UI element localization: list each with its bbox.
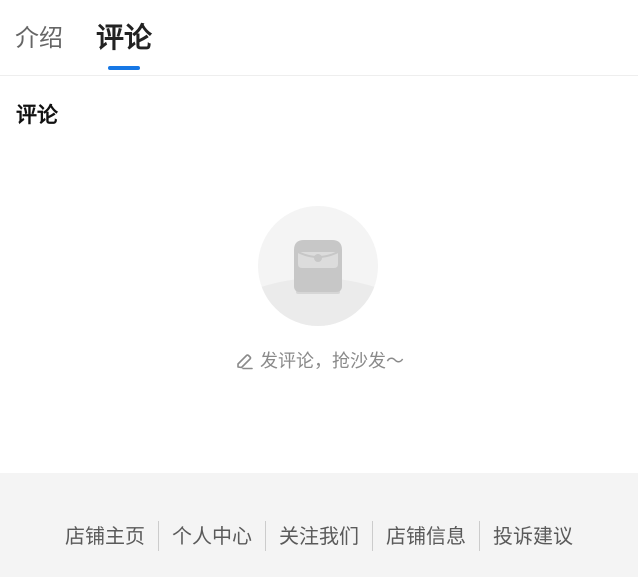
footer-link-complaints[interactable]: 投诉建议 [480,520,586,552]
empty-state-text: 发评论，抢沙发～ [260,351,404,372]
write-comment-prompt[interactable]: 发评论，抢沙发～ [0,348,638,376]
tab-bar: 介绍 评论 [0,0,638,76]
footer-link-follow-us[interactable]: 关注我们 [266,520,372,552]
tab-intro[interactable]: 介绍 [15,22,63,54]
footer: 店铺主页 个人中心 关注我们 店铺信息 投诉建议 [0,473,638,577]
comments-page: 介绍 评论 评论 发评论，抢沙发～ 店铺主页 个人中心 关注我们 店铺信息 投诉… [0,0,638,577]
section-title: 评论 [16,103,58,127]
tab-comments[interactable]: 评论 [96,20,152,56]
footer-link-store-home[interactable]: 店铺主页 [52,520,158,552]
pencil-icon [234,352,254,372]
footer-link-store-info[interactable]: 店铺信息 [373,520,479,552]
empty-box-icon [258,206,378,326]
active-tab-indicator [108,66,140,70]
footer-link-personal-center[interactable]: 个人中心 [159,520,265,552]
footer-links: 店铺主页 个人中心 关注我们 店铺信息 投诉建议 [0,520,638,552]
